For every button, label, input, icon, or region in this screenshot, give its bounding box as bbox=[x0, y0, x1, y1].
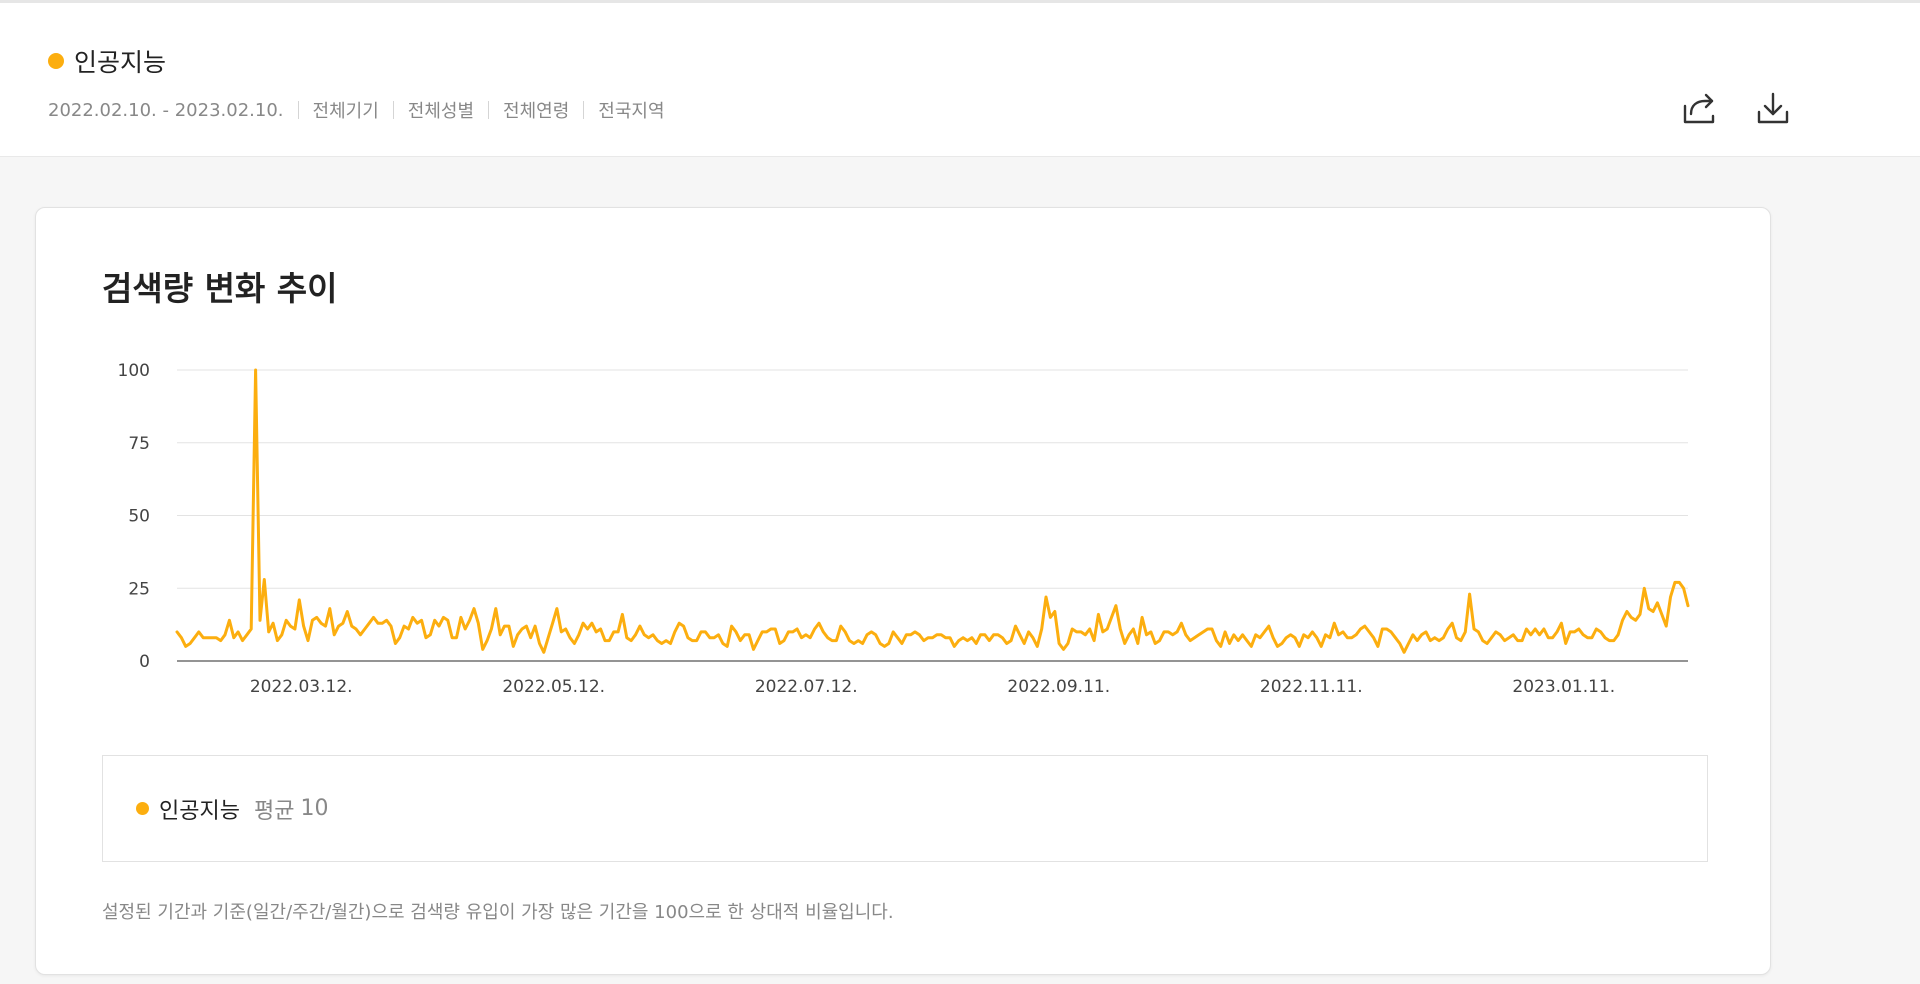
legend-color-dot bbox=[136, 802, 149, 815]
trend-card: 검색량 변화 추이 0 25 50 75 100 2022.03.12. 2022.05.1… bbox=[35, 207, 1771, 975]
filter-separator bbox=[392, 101, 394, 119]
x-tick-label: 2022.03.12. bbox=[250, 677, 353, 697]
series-line bbox=[175, 368, 1690, 654]
header: 인공지능 2022.02.10. - 2023.02.10. 전체기기 전체성별… bbox=[0, 3, 1920, 157]
download-icon bbox=[1757, 92, 1789, 124]
filter-device: 전체기기 bbox=[312, 101, 379, 122]
filter-gender: 전체성별 bbox=[407, 101, 475, 122]
x-tick-label: 2022.05.12. bbox=[502, 677, 605, 697]
filter-separator bbox=[297, 101, 299, 119]
chart-note: 설정된 기간과 기준(일간/주간/월간)으로 검색량 유입이 가장 많은 기간을… bbox=[102, 902, 894, 923]
filter-summary: 2022.02.10. - 2023.02.10. 전체기기 전체성별 전체연령… bbox=[48, 97, 665, 123]
download-button[interactable] bbox=[1754, 89, 1792, 127]
y-tick-label: 25 bbox=[128, 579, 150, 599]
filter-age: 전체연령 bbox=[503, 101, 570, 122]
y-tick-label: 100 bbox=[118, 361, 150, 381]
filter-period: 2022.02.10. - 2023.02.10. bbox=[48, 99, 284, 121]
filter-separator bbox=[488, 101, 490, 119]
x-tick-label: 2022.07.12. bbox=[755, 677, 858, 697]
keyword-text: 인공지능 bbox=[74, 48, 167, 77]
legend-average-value: 10 bbox=[300, 796, 329, 821]
y-tick-label: 75 bbox=[128, 434, 150, 454]
x-tick-label: 2022.11.11. bbox=[1260, 677, 1363, 697]
keyword-label: 인공지능 bbox=[48, 43, 166, 79]
keyword-color-dot bbox=[48, 53, 64, 69]
x-tick-label: 2022.09.11. bbox=[1007, 677, 1110, 697]
legend-average-label: 평균 bbox=[253, 798, 295, 824]
legend-box: 인공지능 평균 10 bbox=[102, 755, 1708, 862]
trend-chart: 0 25 50 75 100 2022.03.12. 2022.05.12. 2022.07.… bbox=[118, 361, 1690, 697]
x-tick-label: 2023.01.11. bbox=[1512, 677, 1615, 697]
header-actions bbox=[1680, 89, 1792, 127]
share-button[interactable] bbox=[1680, 89, 1718, 127]
share-icon bbox=[1683, 93, 1715, 124]
filter-region: 전국지역 bbox=[598, 101, 665, 122]
filter-separator bbox=[583, 101, 585, 119]
y-tick-label: 0 bbox=[139, 652, 150, 672]
legend-series-name: 인공지능 bbox=[159, 798, 240, 824]
y-tick-label: 50 bbox=[128, 507, 150, 527]
